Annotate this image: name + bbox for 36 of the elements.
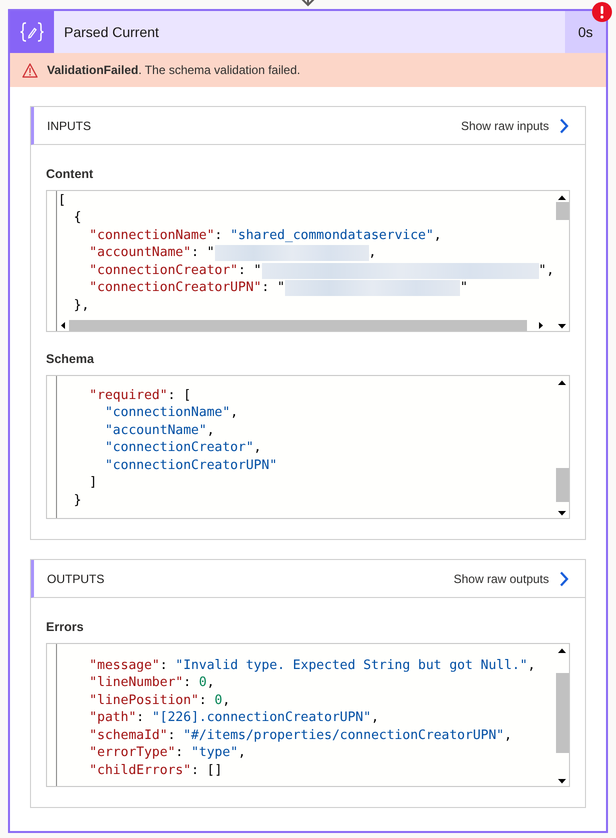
- code-line: "accountName",: [104, 422, 215, 438]
- code-line: "connectionCreator": " ",: [88, 262, 554, 278]
- code-line: "connectionName",: [104, 405, 238, 421]
- code-line: [: [58, 192, 66, 208]
- action-title[interactable]: Parsed Current: [54, 11, 565, 53]
- code-line: "connectionCreatorUPN": [104, 458, 278, 474]
- code-line: },: [72, 298, 90, 314]
- show-raw-link[interactable]: Show raw outputs: [454, 570, 569, 586]
- warning-icon: [22, 62, 38, 78]
- chevron-right-icon: [559, 570, 569, 586]
- braces-pencil-icon: [19, 21, 45, 43]
- code-line: "required": [: [88, 388, 192, 404]
- code-line: ]: [88, 475, 98, 491]
- duration-label: 0s: [565, 11, 606, 53]
- code-line: "schemaId": "#/items/properties/connectionCreatorUPN",: [88, 728, 512, 744]
- code-line: "connectionCreatorUPN": " ": [88, 280, 468, 296]
- field-label: Schema: [46, 352, 95, 366]
- field-label: Content: [46, 167, 94, 181]
- section-heading: OUTPUTS: [47, 572, 104, 586]
- code-line: }: [72, 492, 82, 508]
- section-heading: INPUTS: [47, 118, 92, 132]
- code-line: "lineNumber": 0,: [88, 675, 215, 691]
- code-line: "connectionName": "shared_commondataservice",: [88, 228, 442, 244]
- code-line: "message": "Invalid type. Expected String but got Null.",: [88, 658, 536, 674]
- chevron-right-icon: [559, 118, 569, 134]
- code-line: "childErrors": []: [88, 762, 222, 778]
- error-message: ValidationFailed. The schema validation failed.: [47, 63, 300, 77]
- code-line: {: [72, 210, 82, 226]
- show-raw-link[interactable]: Show raw inputs: [460, 118, 569, 134]
- field-label: Errors: [46, 620, 85, 634]
- code-line: "path": "[226].connectionCreatorUPN",: [88, 710, 379, 726]
- code-line: "errorType": "type",: [88, 745, 246, 761]
- arrow-icon: [299, 0, 317, 8]
- code-line: "accountName": " ,: [88, 245, 376, 261]
- code-line: "linePosition": 0,: [88, 692, 230, 708]
- code-line: "connectionCreator",: [104, 440, 262, 456]
